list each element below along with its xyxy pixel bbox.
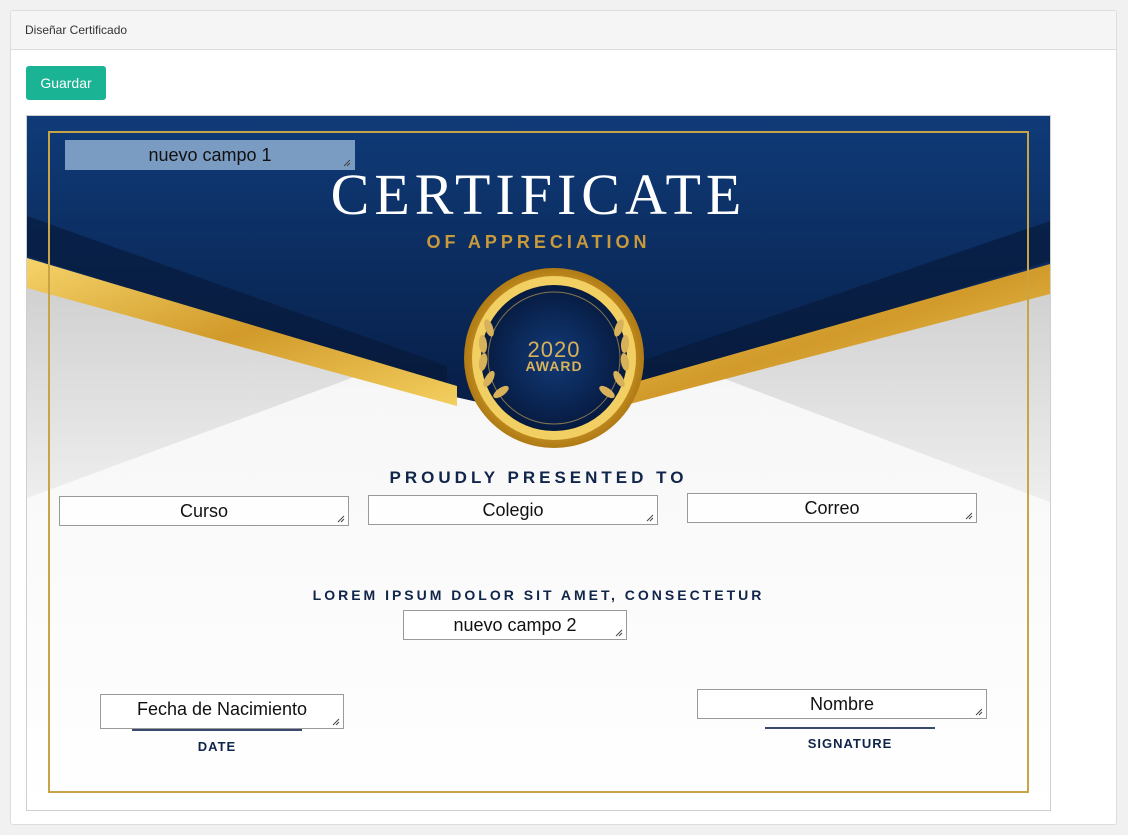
resize-grip-icon[interactable] — [975, 708, 983, 716]
field-curso[interactable]: Curso — [59, 496, 349, 526]
resize-grip-icon[interactable] — [332, 718, 340, 726]
panel-title: Diseñar Certificado — [25, 23, 128, 37]
field-fecha-nacimiento[interactable]: Fecha de Nacimiento — [100, 694, 344, 729]
field-correo[interactable]: Correo — [687, 493, 977, 523]
certificate-title: CERTIFICATE — [330, 162, 747, 227]
field-label: Fecha de Nacimiento — [136, 699, 308, 719]
certificate-designer-panel: Diseñar Certificado Guardar CERTIFICATE … — [10, 10, 1117, 825]
lorem-text: LOREM IPSUM DOLOR SIT AMET, CONSECTETUR — [312, 587, 765, 603]
resize-grip-icon[interactable] — [337, 515, 345, 523]
signature-label: SIGNATURE — [807, 736, 893, 751]
resize-grip-icon[interactable] — [646, 514, 654, 522]
field-label: Nombre — [809, 694, 875, 714]
certificate-canvas: CERTIFICATE OF APPRECIATION 2020 AWARD P… — [26, 115, 1051, 811]
field-nuevo-campo-2[interactable]: nuevo campo 2 — [403, 610, 627, 640]
presented-to-text: PROUDLY PRESENTED TO — [389, 468, 688, 487]
field-nuevo-campo-1[interactable]: nuevo campo 1 — [65, 140, 355, 170]
panel-header: Diseñar Certificado — [11, 11, 1116, 50]
field-colegio[interactable]: Colegio — [368, 495, 658, 525]
save-button[interactable]: Guardar — [26, 66, 106, 100]
field-label: Correo — [804, 498, 860, 518]
date-line — [132, 729, 302, 731]
certificate-subtitle: OF APPRECIATION — [426, 232, 651, 252]
resize-grip-icon[interactable] — [615, 629, 623, 637]
field-label: Curso — [179, 501, 228, 521]
field-label: Colegio — [482, 500, 544, 520]
field-label: nuevo campo 2 — [453, 615, 577, 635]
badge-award: AWARD — [525, 358, 583, 374]
resize-grip-icon[interactable] — [965, 512, 973, 520]
resize-grip-icon[interactable] — [343, 159, 351, 167]
date-label: DATE — [197, 739, 237, 754]
field-label: nuevo campo 1 — [148, 145, 272, 165]
field-nombre[interactable]: Nombre — [697, 689, 987, 719]
signature-line — [765, 727, 935, 729]
